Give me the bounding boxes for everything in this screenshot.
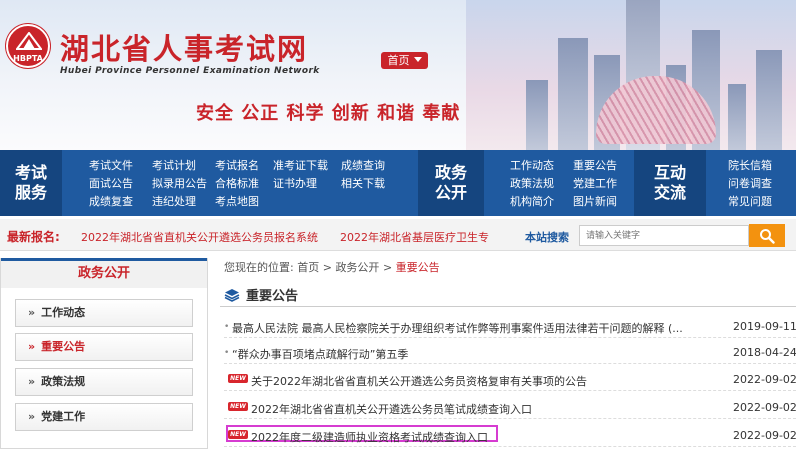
latest-registration-link[interactable]: 2022年湖北省基层医疗卫生专 <box>340 229 489 245</box>
bullet-icon: • <box>224 348 230 358</box>
nav-link[interactable]: 相关下载 <box>341 176 399 191</box>
site-title-en: Hubei Province Personnel Examination Net… <box>60 66 320 76</box>
main-nav: 考试 服务 考试文件 考试计划 考试报名 准考证下载 成绩查询 面试公告 拟录用… <box>0 150 796 216</box>
nav-link[interactable]: 问卷调查 <box>728 176 788 191</box>
section-divider <box>220 306 796 307</box>
sidebar-item-policies[interactable]: » 政策法规 <box>15 368 193 396</box>
nav-link[interactable]: 重要公告 <box>573 158 636 173</box>
notice-row-highlighted[interactable]: NEW 2022年度二级建造师执业资格考试成绩查询入口 2022-09-02 <box>224 425 796 447</box>
nav-link[interactable]: 成绩复查 <box>89 194 152 209</box>
new-badge: NEW <box>228 430 248 439</box>
nav-link[interactable]: 违纪处理 <box>152 194 215 209</box>
nav-link[interactable]: 院长信箱 <box>728 158 788 173</box>
nav-links-interaction: 院长信箱 问卷调查 常见问题 <box>728 158 788 209</box>
search-label: 本站搜索 <box>525 231 569 244</box>
layers-icon <box>224 289 240 302</box>
breadcrumb-current[interactable]: 重要公告 <box>396 261 440 274</box>
nav-link[interactable]: 考点地图 <box>215 194 273 209</box>
notice-title[interactable]: 最高人民法院 最高人民检察院关于办理组织考试作弊等刑事案件适用法律若干问题的解释… <box>232 320 683 336</box>
sidebar-title: 政务公开 <box>1 258 207 288</box>
notice-row[interactable]: NEW 关于2022年湖北省省直机关公开遴选公务员资格复审有关事项的公告 202… <box>224 369 796 391</box>
search-input[interactable] <box>579 225 749 246</box>
nav-link[interactable]: 成绩查询 <box>341 158 399 173</box>
double-chevron-right-icon: » <box>28 375 36 388</box>
sidebar-item-important-notices[interactable]: » 重要公告 <box>15 333 193 361</box>
nav-link[interactable]: 图片新闻 <box>573 194 636 209</box>
sidebar-item-work-news[interactable]: » 工作动态 <box>15 299 193 327</box>
logo[interactable]: HBPTA <box>6 24 50 68</box>
nav-link[interactable]: 考试文件 <box>89 158 152 173</box>
site-title: 湖北省人事考试网 <box>60 32 309 66</box>
nav-category-gov-affairs[interactable]: 政务 公开 <box>418 150 484 216</box>
new-badge: NEW <box>228 374 248 383</box>
nav-link[interactable]: 工作动态 <box>510 158 573 173</box>
nav-category-exam-service[interactable]: 考试 服务 <box>0 150 62 216</box>
header-banner: HBPTA 湖北省人事考试网 Hubei Province Personnel … <box>0 0 796 150</box>
nav-link[interactable]: 常见问题 <box>728 194 788 209</box>
home-button[interactable]: 首页 <box>381 52 428 69</box>
nav-link[interactable]: 准考证下载 <box>273 158 341 173</box>
notice-row[interactable]: NEW 2022年湖北省省直机关公开遴选公务员笔试成绩查询入口 2022-09-… <box>224 397 796 419</box>
nav-category-interaction[interactable]: 互动 交流 <box>634 150 706 216</box>
notice-title[interactable]: “群众办事百项堵点疏解行动”第五季 <box>232 346 408 362</box>
breadcrumb-gov-affairs[interactable]: 政务公开 <box>335 261 379 274</box>
nav-link[interactable]: 党建工作 <box>573 176 636 191</box>
notice-title[interactable]: 关于2022年湖北省省直机关公开遴选公务员资格复审有关事项的公告 <box>251 373 587 389</box>
bullet-icon: • <box>224 322 230 332</box>
nav-links-exam-service: 考试文件 考试计划 考试报名 准考证下载 成绩查询 面试公告 拟录用公告 合格标… <box>89 158 399 209</box>
notice-date: 2022-09-02 <box>733 373 796 386</box>
notice-title[interactable]: 2022年度二级建造师执业资格考试成绩查询入口 <box>251 429 488 445</box>
nav-links-gov-affairs: 工作动态 重要公告 政策法规 党建工作 机构简介 图片新闻 <box>510 158 636 209</box>
latest-registration-link[interactable]: 2022年湖北省省直机关公开遴选公务员报名系统 <box>81 229 318 245</box>
notice-date: 2018-04-24 <box>733 346 796 359</box>
nav-link[interactable]: 证书办理 <box>273 176 341 191</box>
double-chevron-right-icon: » <box>28 410 36 423</box>
notice-date: 2019-09-11 <box>733 320 796 333</box>
nav-link[interactable]: 合格标准 <box>215 176 273 191</box>
breadcrumb: 您现在的位置: 首页 > 政务公开 > 重要公告 <box>224 261 440 274</box>
logo-text: HBPTA <box>13 53 43 63</box>
slogan: 安全 公正 科学 创新 和谐 奉献 <box>196 103 461 124</box>
nav-link[interactable]: 考试报名 <box>215 158 273 173</box>
new-badge: NEW <box>228 402 248 411</box>
nav-link[interactable]: 政策法规 <box>510 176 573 191</box>
sidebar-item-party-building[interactable]: » 党建工作 <box>15 403 193 431</box>
breadcrumb-home[interactable]: 首页 <box>297 261 319 274</box>
logo-emblem-icon <box>16 32 42 50</box>
search-button[interactable] <box>749 224 785 247</box>
nav-link[interactable]: 考试计划 <box>152 158 215 173</box>
notice-title[interactable]: 2022年湖北省省直机关公开遴选公务员笔试成绩查询入口 <box>251 401 532 417</box>
notice-date: 2022-09-02 <box>733 429 796 442</box>
nav-link[interactable]: 面试公告 <box>89 176 152 191</box>
notice-row[interactable]: • “群众办事百项堵点疏解行动”第五季 2018-04-24 <box>224 342 796 364</box>
latest-registration-label: 最新报名: <box>7 230 60 244</box>
notice-date: 2022-09-02 <box>733 401 796 414</box>
nav-link[interactable]: 拟录用公告 <box>152 176 215 191</box>
double-chevron-right-icon: » <box>28 306 36 319</box>
double-chevron-right-icon: » <box>28 340 36 353</box>
section-title: 重要公告 <box>224 285 298 304</box>
nav-link[interactable]: 机构简介 <box>510 194 573 209</box>
notice-row[interactable]: • 最高人民法院 最高人民检察院关于办理组织考试作弊等刑事案件适用法律若干问题的… <box>224 316 796 338</box>
sidebar: 政务公开 » 工作动态 » 重要公告 » 政策法规 » 党建工作 <box>0 258 208 449</box>
search-icon <box>760 228 775 244</box>
